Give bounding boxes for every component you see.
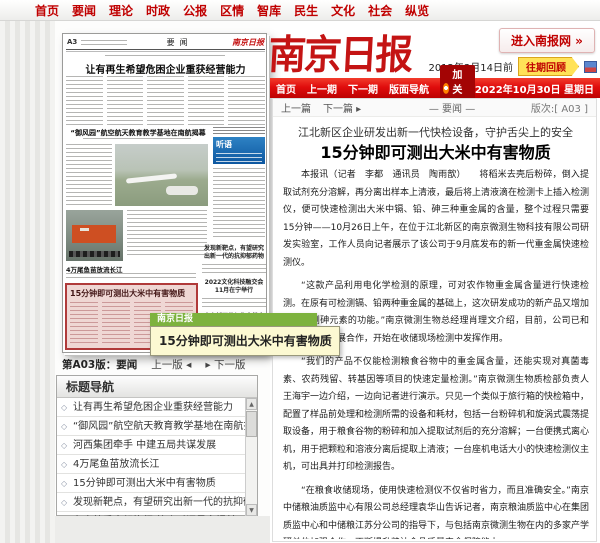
nav-society[interactable]: 社会 (368, 2, 392, 19)
plane-shape (126, 174, 177, 184)
left-stripe-background (0, 21, 55, 543)
thumb-header-rule (66, 49, 265, 52)
thumb-caption-lines (66, 273, 196, 280)
thumb-highlight-title: 15分钟即可测出大米中有害物质 (70, 288, 193, 299)
thumb-side-lines (202, 264, 266, 276)
toc-item[interactable]: 河西集团牵手 中建五局共谋发展 (57, 436, 247, 455)
toc-scrollbar[interactable]: ▲ ▼ (245, 398, 257, 516)
paragraph: “我们的产品不仅能检测粮食谷物中的重金属含量，还能实现对真菌毒素、农药残留、转基… (283, 354, 589, 477)
nav-districts[interactable]: 区情 (220, 2, 244, 19)
title-navigation-box: 标题导航 让有再生希望危困企业重获经营能力 “御风园”航空航天教育教学基地在南航… (56, 375, 258, 516)
bar-layout-nav-link[interactable]: 版面导航 (389, 81, 429, 96)
article-toolbar: 上一篇 下一篇 ▸ — 要闻 — 版次:[ A03 ] (273, 99, 596, 117)
archive-button[interactable]: 往期回顾 (518, 57, 579, 76)
scroll-up-icon[interactable]: ▲ (246, 398, 257, 410)
left-bottom-background (55, 516, 270, 543)
toc-item[interactable]: 发现新靶点，有望研究出新一代的抗抑郁药物 (57, 493, 247, 512)
nav-livelihood[interactable]: 民生 (294, 2, 318, 19)
thumb-mid-column (127, 210, 207, 258)
pontoon-shape (69, 251, 119, 257)
thumb-aviation-photo (115, 144, 208, 206)
article-title: 15分钟即可测出大米中有害物质 (279, 139, 592, 163)
enter-site-button[interactable]: 进入南报网 » (499, 28, 595, 53)
prev-article-link[interactable]: 上一篇 (281, 100, 311, 115)
scrollbar-thumb[interactable] (246, 411, 257, 437)
edition-number-label: 版次:[ A03 ] (531, 100, 588, 115)
toc-list: 让有再生希望危困企业重获经营能力 “御风园”航空航天教育教学基地在南航揭幕 河西… (57, 398, 257, 516)
thumb-page-number: A3 (67, 38, 77, 46)
tooltip-title: 15分钟即可测出大米中有害物质 (150, 326, 340, 356)
thumb-headline-2[interactable]: “御风园”航空航天教育教学基地在南航揭幕 (65, 128, 211, 138)
tooltip-source: 南京日报 (150, 313, 317, 326)
nav-theory[interactable]: 理论 (109, 2, 133, 19)
rocket-shape (166, 186, 198, 195)
toc-item[interactable]: 4万尾鱼苗放流长江 (57, 455, 247, 474)
scroll-down-icon[interactable]: ▼ (246, 504, 257, 516)
paragraph: “在粮食收储现场，使用快速检测仪不仅省时省力，而且准确安全。”南京中储粮油质监中… (283, 483, 589, 540)
article-kicker: 江北新区企业研发出新一代快检设备，守护舌尖上的安全 (279, 124, 592, 140)
thumb-text-columns (66, 76, 265, 126)
archive-row: 2012年3月14日前 往期回顾 (270, 59, 597, 74)
top-nav: 首页 要闻 理论 时政 公报 区情 智库 民生 文化 社会 纵览 (0, 0, 600, 21)
thumb-right-column (213, 168, 265, 238)
next-article-link[interactable]: 下一篇 ▸ (323, 100, 361, 115)
page-thumbnail[interactable]: A3 要闻 南京日报 让有再生希望危困企业重获经营能力 “御风园”航空航天教育教… (62, 33, 267, 353)
thumb-side-lines (202, 298, 266, 310)
boat-cabin-shape (80, 228, 90, 231)
section-label: — 要闻 — (373, 100, 531, 115)
calendar-icon[interactable] (584, 61, 597, 73)
nav-bulletin[interactable]: 公报 (183, 2, 207, 19)
next-edition-link[interactable]: ▸ 下一版 (205, 357, 245, 372)
thumb-side-headline: 发现新靶点，有望研究出新一代的抗抑郁药物 (202, 245, 266, 261)
toc-header: 标题导航 (57, 376, 257, 398)
thumb-kicker-lines (105, 55, 225, 59)
edition-label: 第A03版：要闻 (62, 357, 137, 372)
weibo-eye-icon (443, 83, 449, 94)
bar-prev-issue-link[interactable]: 上一期 (307, 81, 337, 96)
thumb-paper-logo: 南京日报 (232, 37, 264, 48)
prev-edition-link[interactable]: 上一版 ◂ (151, 357, 191, 372)
issue-date: 2022年10月30日 星期日 (475, 81, 594, 96)
toc-item[interactable]: 让有再生希望危困企业重获经营能力 (57, 398, 247, 417)
thumb-header-textlines (81, 40, 127, 45)
toc-item[interactable]: 冬春航季今起执行 航班时间最多提前3小时 (57, 512, 247, 516)
thumb-blue-box-label: 听语 (216, 140, 232, 149)
thumb-headline-1[interactable]: 让有再生希望危困企业重获经营能力 (65, 61, 266, 76)
thumb-section-label: 要闻 (127, 37, 232, 48)
toc-item[interactable]: “御风园”航空航天教育教学基地在南航揭幕 (57, 417, 247, 436)
boat-shape (72, 225, 116, 242)
bar-next-issue-link[interactable]: 下一期 (348, 81, 378, 96)
bar-home-link[interactable]: 首页 (276, 81, 296, 96)
nav-home[interactable]: 首页 (35, 2, 59, 19)
toc-item-current[interactable]: 15分钟即可测出大米中有害物质 (57, 474, 247, 493)
thumb-blue-box: 听语 (213, 137, 265, 164)
thumb-boat-photo (66, 210, 123, 261)
nav-overview[interactable]: 纵览 (405, 2, 429, 19)
thumb-right-column-header (213, 127, 265, 134)
thumb-page-header: A3 要闻 南京日报 (67, 37, 264, 47)
nav-thinktank[interactable]: 智库 (257, 2, 281, 19)
thumb-blue-box-lines (216, 153, 262, 165)
nav-news[interactable]: 要闻 (72, 2, 96, 19)
thumb-side-headline: 2022文化科技融交会11月在宁举行 (202, 279, 266, 295)
thumb-subline (83, 138, 191, 141)
nav-politics[interactable]: 时政 (146, 2, 170, 19)
preview-tooltip: 南京日报 15分钟即可测出大米中有害物质 (150, 313, 340, 356)
edition-nav-row: 第A03版：要闻 上一版 ◂ ▸ 下一版 (62, 357, 259, 371)
paragraph: 本报讯（记者 李都 通讯员 陶雨歆） 将稻米去壳后粉碎，倒入提取试剂充分溶解，再… (283, 167, 589, 272)
thumb-left-column (66, 144, 112, 206)
nav-culture[interactable]: 文化 (331, 2, 355, 19)
red-date-bar: 首页 上一期 下一期 版面导航 加关注 2022年10月30日 星期日 (270, 78, 600, 98)
